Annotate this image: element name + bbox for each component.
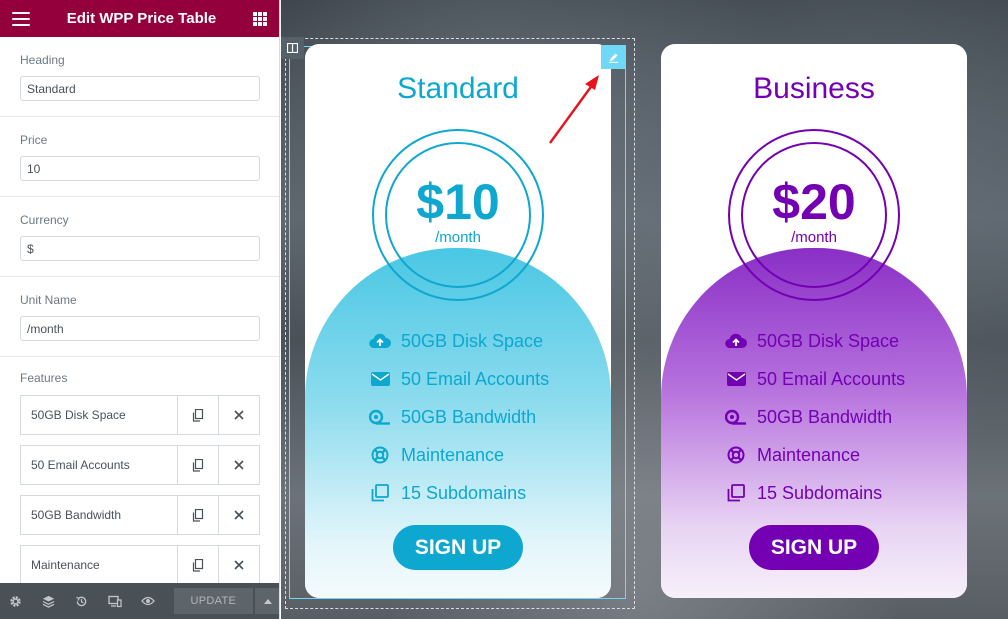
plan-price: $20 bbox=[772, 174, 856, 230]
save-options-caret-icon[interactable] bbox=[255, 588, 279, 614]
price-input[interactable] bbox=[20, 156, 260, 181]
price-control: Price bbox=[0, 117, 279, 197]
feature-repeater-item: 50GB Disk Space bbox=[20, 395, 260, 435]
plan-title: Business bbox=[753, 72, 875, 105]
currency-input[interactable] bbox=[20, 236, 260, 261]
feature-item: 50 Email Accounts bbox=[725, 360, 965, 398]
feature-item: 50 Email Accounts bbox=[369, 360, 609, 398]
feature-label: 50GB Disk Space bbox=[757, 330, 900, 351]
heading-input[interactable] bbox=[20, 76, 260, 101]
duplicate-icon[interactable] bbox=[177, 546, 218, 584]
unit-name-control: Unit Name bbox=[0, 277, 279, 357]
feature-label: Maintenance bbox=[757, 444, 861, 465]
features-label: Features bbox=[20, 371, 68, 385]
price-card-business: Business $20 /month 50GB Disk Space 50 E… bbox=[661, 44, 967, 598]
remove-icon[interactable] bbox=[218, 546, 259, 584]
history-icon[interactable] bbox=[74, 593, 90, 609]
unit-name-input[interactable] bbox=[20, 316, 260, 341]
cloud-upload-icon bbox=[725, 331, 747, 351]
feature-list: 50GB Disk Space 50 Email Accounts 50GB B… bbox=[725, 322, 965, 512]
feature-item: 50GB Disk Space bbox=[725, 322, 965, 360]
feature-label: 50 Email Accounts bbox=[757, 368, 906, 389]
feature-item: 50GB Bandwidth bbox=[369, 398, 609, 436]
currency-control: Currency bbox=[0, 197, 279, 277]
feature-item: 50GB Disk Space bbox=[369, 322, 609, 360]
update-button[interactable]: UPDATE bbox=[173, 588, 254, 614]
copy-icon bbox=[369, 483, 391, 503]
feature-label: 50GB Bandwidth bbox=[757, 406, 893, 427]
envelope-icon bbox=[369, 369, 391, 389]
edit-widget-pencil-icon[interactable] bbox=[601, 45, 626, 69]
remove-icon[interactable] bbox=[218, 446, 259, 484]
navigator-layers-icon[interactable] bbox=[41, 593, 57, 609]
feature-repeater-item: 50 Email Accounts bbox=[20, 445, 260, 485]
copy-icon bbox=[725, 483, 747, 503]
preview-eye-icon[interactable] bbox=[140, 593, 156, 609]
feature-label: 15 Subdomains bbox=[757, 482, 883, 503]
life-ring-icon bbox=[369, 445, 391, 465]
heading-label: Heading bbox=[20, 53, 65, 67]
plan-price-unit: /month bbox=[791, 229, 837, 246]
duplicate-icon[interactable] bbox=[177, 446, 218, 484]
feature-item: Maintenance bbox=[369, 436, 609, 474]
column-handle-icon[interactable] bbox=[281, 37, 304, 59]
plan-price-unit: /month bbox=[435, 229, 481, 246]
feature-item-title[interactable]: 50GB Bandwidth bbox=[21, 496, 177, 534]
tape-icon bbox=[369, 407, 391, 427]
remove-icon[interactable] bbox=[218, 396, 259, 434]
panel-header: Edit WPP Price Table bbox=[0, 0, 279, 37]
unit-name-label: Unit Name bbox=[20, 293, 77, 307]
panel-footer: UPDATE bbox=[0, 583, 279, 619]
feature-item: 15 Subdomains bbox=[725, 474, 965, 512]
remove-icon[interactable] bbox=[218, 496, 259, 534]
feature-label: 15 Subdomains bbox=[401, 482, 527, 503]
feature-repeater-item: Maintenance bbox=[20, 545, 260, 585]
panel-title: Edit WPP Price Table bbox=[66, 10, 217, 27]
editor-panel: Edit WPP Price Table Heading Price Curre… bbox=[0, 0, 280, 619]
widgets-grid-icon[interactable] bbox=[253, 11, 267, 26]
currency-label: Currency bbox=[20, 213, 69, 227]
sign-up-button[interactable]: SIGN UP bbox=[749, 525, 879, 570]
heading-control: Heading bbox=[0, 37, 279, 117]
plan-title: Standard bbox=[397, 72, 519, 105]
feature-item: 50GB Bandwidth bbox=[725, 398, 965, 436]
plan-price: $10 bbox=[416, 174, 500, 230]
price-label: Price bbox=[20, 133, 48, 147]
feature-label: 50GB Disk Space bbox=[401, 330, 544, 351]
feature-repeater-item: 50GB Bandwidth bbox=[20, 495, 260, 535]
settings-gear-icon[interactable] bbox=[8, 593, 24, 609]
feature-item: Maintenance bbox=[725, 436, 965, 474]
price-card-standard: Standard $10 /month 50GB Disk Space 50 E… bbox=[305, 44, 611, 598]
tape-icon bbox=[725, 407, 747, 427]
feature-label: 50GB Bandwidth bbox=[401, 406, 537, 427]
sign-up-button[interactable]: SIGN UP bbox=[393, 525, 523, 570]
feature-label: 50 Email Accounts bbox=[401, 368, 550, 389]
feature-item: 15 Subdomains bbox=[369, 474, 609, 512]
responsive-mode-icon[interactable] bbox=[107, 593, 123, 609]
duplicate-icon[interactable] bbox=[177, 396, 218, 434]
feature-item-title[interactable]: 50GB Disk Space bbox=[21, 396, 177, 434]
preview-canvas: Standard $10 /month 50GB Disk Space 50 E… bbox=[281, 0, 1008, 619]
feature-item-title[interactable]: Maintenance bbox=[21, 546, 177, 584]
features-control: Features 50GB Disk Space 50 Email Accoun… bbox=[0, 357, 279, 585]
feature-item-title[interactable]: 50 Email Accounts bbox=[21, 446, 177, 484]
life-ring-icon bbox=[725, 445, 747, 465]
duplicate-icon[interactable] bbox=[177, 496, 218, 534]
feature-label: Maintenance bbox=[401, 444, 505, 465]
menu-icon[interactable] bbox=[12, 11, 30, 26]
envelope-icon bbox=[725, 369, 747, 389]
feature-list: 50GB Disk Space 50 Email Accounts 50GB B… bbox=[369, 322, 609, 512]
cloud-upload-icon bbox=[369, 331, 391, 351]
